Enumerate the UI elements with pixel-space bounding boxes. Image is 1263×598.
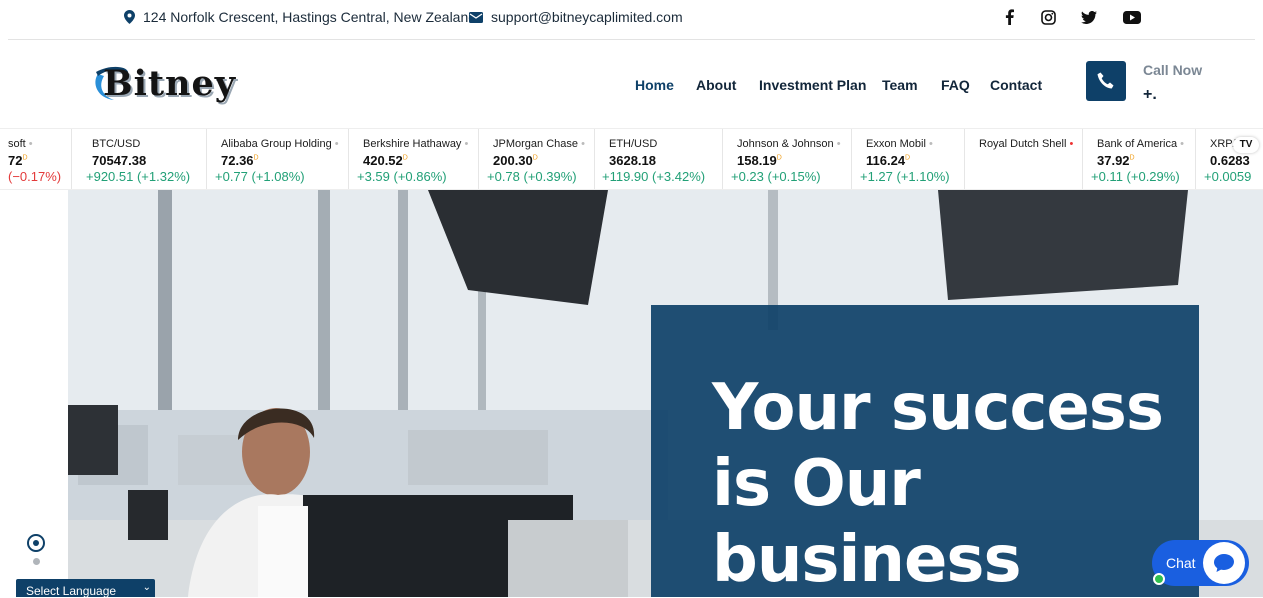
ticker-name: Johnson & Johnson xyxy=(737,138,834,150)
ticker-item[interactable]: Royal Dutch Shell • xyxy=(965,129,1083,189)
call-label: Call Now xyxy=(1143,62,1203,78)
chat-bubble-icon xyxy=(1203,542,1245,584)
ticker-price: 70547.38 xyxy=(92,153,147,168)
hero-headline: Your success is Our business xyxy=(712,370,1182,598)
ticker-name: XRP/ xyxy=(1210,138,1236,150)
ticker-name: ETH/USD xyxy=(609,138,658,150)
address-text: 124 Norfolk Crescent, Hastings Central, … xyxy=(143,9,477,25)
email-text[interactable]: support@bitneycaplimited.com xyxy=(491,9,683,25)
instagram-icon[interactable] xyxy=(1038,8,1058,26)
facebook-icon[interactable] xyxy=(999,8,1019,26)
youtube-icon[interactable] xyxy=(1122,8,1142,26)
ticker-price: 200.30 xyxy=(493,153,533,168)
nav-about[interactable]: About xyxy=(696,77,736,93)
ticker-tape[interactable]: soft • 72D (−0.17%) BTC/USD 70547.38 +92… xyxy=(0,128,1263,190)
ticker-change: +3.59 (+0.86%) xyxy=(357,169,447,184)
ticker-name: soft xyxy=(8,138,26,150)
ticker-change: +0.78 (+0.39%) xyxy=(487,169,577,184)
language-select[interactable]: Select Language ⌄ xyxy=(16,579,155,598)
ticker-change: +119.90 (+3.42%) xyxy=(602,169,706,184)
ticker-price: 158.19 xyxy=(737,153,777,168)
logo-text: Bitney xyxy=(103,63,237,104)
ticker-item[interactable]: BTC/USD 70547.38 +920.51 (+1.32%) xyxy=(72,129,207,189)
twitter-icon[interactable] xyxy=(1079,8,1099,26)
nav-team[interactable]: Team xyxy=(882,77,918,93)
ticker-price: 72 xyxy=(8,153,23,168)
tradingview-logo-icon[interactable]: TV xyxy=(1233,137,1259,153)
slider-dot[interactable] xyxy=(33,558,40,565)
ticker-change: +1.27 (+1.10%) xyxy=(860,169,950,184)
ticker-name: Royal Dutch Shell xyxy=(979,138,1067,150)
slider-dot-active[interactable] xyxy=(27,534,45,552)
ticker-item[interactable]: soft • 72D (−0.17%) xyxy=(0,129,72,189)
ticker-item[interactable]: ETH/USD 3628.18 +119.90 (+3.42%) xyxy=(595,129,723,189)
top-bar: 124 Norfolk Crescent, Hastings Central, … xyxy=(0,0,1263,40)
ticker-name: Berkshire Hathaway xyxy=(363,138,462,150)
envelope-icon xyxy=(469,11,483,23)
online-status-dot xyxy=(1153,573,1165,585)
ticker-item[interactable]: Exxon Mobil • 116.24D +1.27 (+1.10%) xyxy=(852,129,965,189)
topbar-divider xyxy=(8,39,1255,40)
ticker-change: +0.0059 xyxy=(1204,169,1252,184)
logo[interactable]: Bitney xyxy=(90,60,235,108)
headline-line: Your success xyxy=(712,371,1164,445)
ticker-price: 116.24 xyxy=(866,153,906,168)
headline-line: business xyxy=(712,523,1022,597)
call-button[interactable] xyxy=(1086,61,1126,101)
ticker-change: +0.77 (+1.08%) xyxy=(215,169,305,184)
ticker-item[interactable]: Alibaba Group Holding • 72.36D +0.77 (+1… xyxy=(207,129,349,189)
ticker-item[interactable]: Berkshire Hathaway • 420.52D +3.59 (+0.8… xyxy=(349,129,479,189)
language-label: Select Language xyxy=(26,584,117,598)
chat-label: Chat xyxy=(1166,555,1196,571)
ticker-name: Exxon Mobil xyxy=(866,138,926,150)
ticker-name: Alibaba Group Holding xyxy=(221,138,332,150)
ticker-name: BTC/USD xyxy=(92,138,141,150)
chevron-down-icon: ⌄ xyxy=(142,582,151,593)
ticker-item[interactable]: Bank of America • 37.92D +0.11 (+0.29%) xyxy=(1083,129,1196,189)
headline-line: is Our xyxy=(712,447,921,521)
ticker-change: +0.11 (+0.29%) xyxy=(1091,169,1180,184)
ticker-item[interactable]: JPMorgan Chase • 200.30D +0.78 (+0.39%) xyxy=(479,129,595,189)
address: 124 Norfolk Crescent, Hastings Central, … xyxy=(124,9,476,25)
email[interactable]: support@bitneycaplimited.com xyxy=(469,9,683,25)
ticker-price: 0.6283 xyxy=(1210,153,1250,168)
nav-home[interactable]: Home xyxy=(635,77,674,93)
chat-button[interactable]: Chat xyxy=(1152,540,1249,586)
ticker-item[interactable]: Johnson & Johnson • 158.19D +0.23 (+0.15… xyxy=(723,129,852,189)
ticker-name: Bank of America xyxy=(1097,138,1178,150)
slider-dots xyxy=(27,534,45,565)
phone-icon xyxy=(1097,72,1114,89)
location-pin-icon xyxy=(124,10,135,24)
ticker-price: 72.36 xyxy=(221,153,254,168)
nav-contact[interactable]: Contact xyxy=(990,77,1042,93)
ticker-price: 37.92 xyxy=(1097,153,1130,168)
ticker-price: 420.52 xyxy=(363,153,403,168)
nav-faq[interactable]: FAQ xyxy=(941,77,970,93)
call-number[interactable]: +. xyxy=(1143,86,1157,104)
ticker-change: +0.23 (+0.15%) xyxy=(731,169,821,184)
nav-investment-plan[interactable]: Investment Plan xyxy=(759,77,866,93)
ticker-price: 3628.18 xyxy=(609,153,656,168)
ticker-name: JPMorgan Chase xyxy=(493,138,578,150)
ticker-change: +920.51 (+1.32%) xyxy=(86,169,191,184)
ticker-change: (−0.17%) xyxy=(8,169,62,184)
